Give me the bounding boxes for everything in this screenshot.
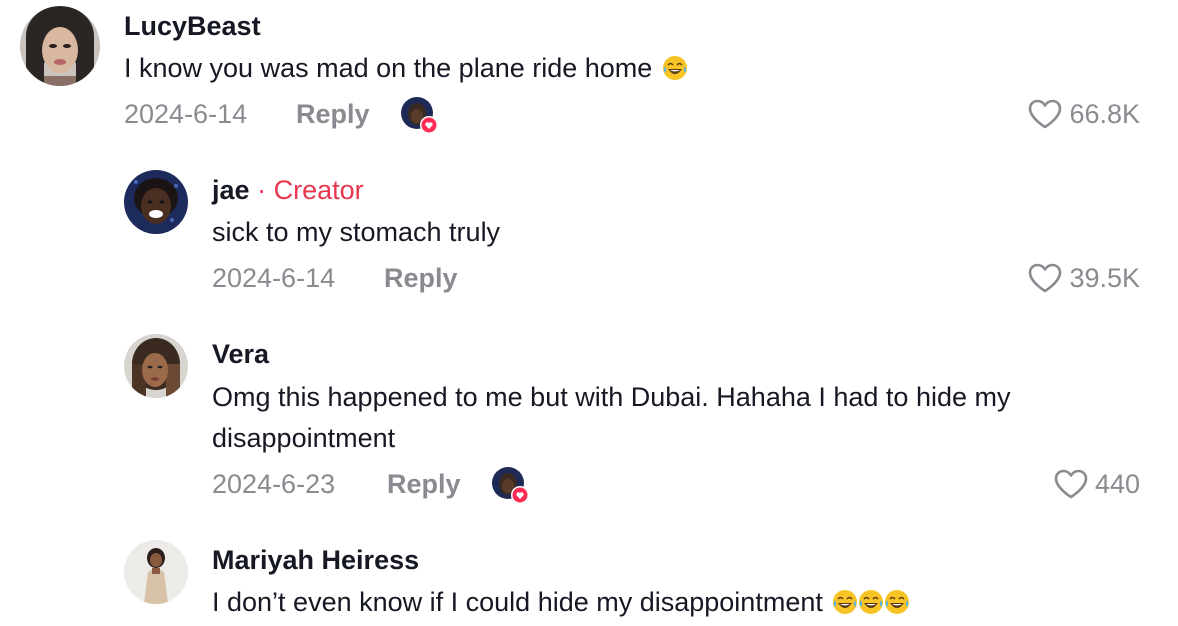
comment-text-lucybeast: I know you was mad on the plane ride hom… [124,47,688,89]
comment-date: 2024-6-14 [212,263,336,293]
laughing-emoji-icon [859,590,884,614]
like-count: 66.8K [1069,99,1140,129]
like-button[interactable]: 39.5K [1027,262,1140,294]
creator-liked-heart-icon [401,97,438,134]
like-button[interactable]: 66.8K [1027,98,1140,130]
laughing-emoji-icon [885,590,910,614]
comment-date: 2024-6-14 [124,99,248,129]
comment-text: I don’t even know if I could hide my dis… [212,587,823,617]
heart-outline-icon [1029,99,1062,129]
like-button[interactable]: 440 [1053,468,1140,500]
username-vera[interactable]: Vera [212,338,269,370]
reply-button[interactable]: Reply [296,98,370,130]
reply-button[interactable]: Reply [384,262,458,294]
creator-liked-heart-icon [492,467,529,504]
reply-button[interactable]: Reply [387,468,461,500]
avatar-mariyah-heiress[interactable] [124,540,188,604]
like-count: 39.5K [1069,263,1140,293]
avatar-jae[interactable] [124,170,188,234]
comment-text-jae: sick to my stomach truly [212,217,501,247]
comment-text-vera-line2: disappointment [212,423,396,453]
comment-jae: jae · Creator sick to my stomach truly 2… [0,160,1178,310]
username-jae[interactable]: jae · Creator [212,174,364,206]
avatar-lucybeast[interactable] [20,6,100,86]
like-count: 440 [1094,469,1140,499]
badge-separator: · [257,175,267,205]
avatar-vera[interactable] [124,334,188,398]
comment-text-mariyah-heiress: I don’t even know if I could hide my dis… [212,581,910,623]
comment-vera: Vera Omg this happened to me but with Du… [0,325,1178,525]
comment-text-vera-line1: Omg this happened to me but with Dubai. … [212,382,1011,412]
comment-lucybeast: LucyBeast I know you was mad on the plan… [0,0,1178,150]
username-lucybeast[interactable]: LucyBeast [124,10,261,42]
username-text: jae [212,175,250,205]
comment-date: 2024-6-23 [212,469,336,499]
creator-badge: Creator [273,175,364,205]
comment-mariyah-heiress: Mariyah Heiress I don’t even know if I c… [0,530,1178,626]
heart-outline-icon [1029,263,1062,293]
laughing-emoji-icon [662,56,687,80]
comment-text: I know you was mad on the plane ride hom… [124,53,653,83]
username-mariyah-heiress[interactable]: Mariyah Heiress [212,544,419,576]
laughing-emoji-icon [833,590,858,614]
heart-outline-icon [1054,469,1088,499]
